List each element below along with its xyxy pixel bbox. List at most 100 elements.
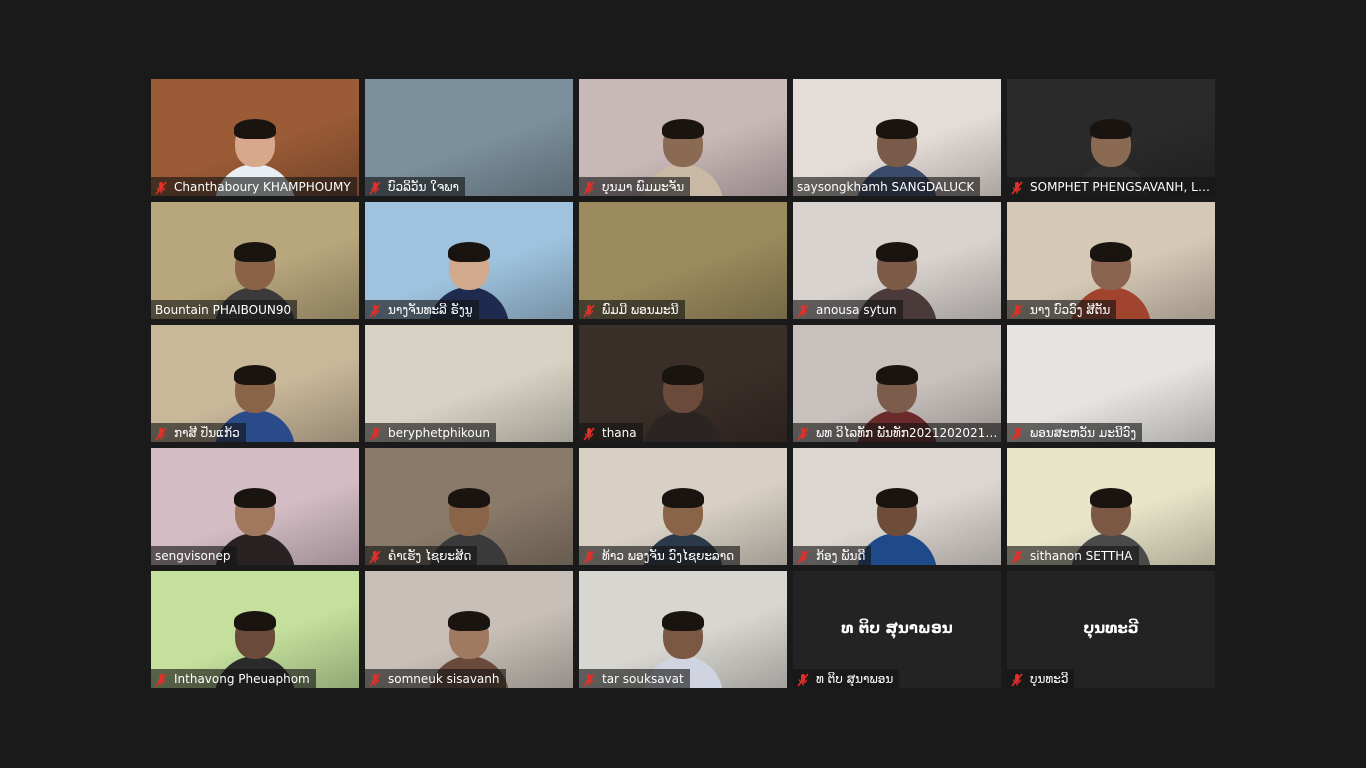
participant-name-tag: tar souksavat xyxy=(579,669,690,688)
participant-tile[interactable]: ທ້າວ ພອງຈັນ ວົງໄຊຍະລາດ xyxy=(579,448,787,565)
participant-name: ຄຳເຮັງ ໄຊຍະສິດ xyxy=(388,548,472,563)
participant-name: tar souksavat xyxy=(602,671,684,686)
participant-tile[interactable]: ພອນສະຫວັນ ມະນີວົງ xyxy=(1007,325,1215,442)
participant-tile[interactable]: sengvisonep xyxy=(151,448,359,565)
microphone-muted-icon xyxy=(154,426,168,441)
participant-tile[interactable]: saysongkhamh SANGDALUCK xyxy=(793,79,1001,196)
participant-tile[interactable]: ພົມມີ ພອນມະນີ xyxy=(579,202,787,319)
microphone-muted-icon xyxy=(796,672,810,687)
microphone-muted-icon xyxy=(368,426,382,441)
participant-display-name: ທ ຕິບ ສຸນາພອນ xyxy=(841,618,953,637)
participant-name-tag: somneuk sisavanh xyxy=(365,669,506,688)
microphone-muted-icon xyxy=(154,672,168,687)
participant-name-tag: thana xyxy=(579,423,643,442)
microphone-muted-icon xyxy=(368,303,382,318)
participant-name: ບົວລິວັນ ໃຈພາ xyxy=(388,179,459,194)
participant-name: somneuk sisavanh xyxy=(388,671,500,686)
participant-name: ນາງ ບົວວົງ ສີຕັນ xyxy=(1030,302,1111,317)
participant-name: ບຸນທະວີ xyxy=(1030,671,1069,686)
participant-name: ພົມມີ ພອນມະນີ xyxy=(602,302,679,317)
microphone-muted-icon xyxy=(582,303,596,318)
participant-name: ບຸນມາ ພົມມະຈັນ xyxy=(602,179,685,194)
microphone-muted-icon xyxy=(582,180,596,195)
participant-tile[interactable]: ບຸນທະວີ ບຸນທະວີ xyxy=(1007,571,1215,688)
participant-name: Inthavong Pheuaphom xyxy=(174,671,310,686)
participant-display-name: ບຸນທະວີ xyxy=(1083,618,1139,637)
participant-tile[interactable]: anousa sytun xyxy=(793,202,1001,319)
participant-name-tag: ບົວລິວັນ ໃຈພາ xyxy=(365,177,465,196)
participant-name: Chanthaboury KHAMPHOUMY xyxy=(174,179,351,194)
microphone-muted-icon xyxy=(582,672,596,687)
participant-name: Bountain PHAIBOUN90 xyxy=(155,302,292,317)
microphone-muted-icon xyxy=(1010,303,1024,318)
participant-tile[interactable]: ນາງ ບົວວົງ ສີຕັນ xyxy=(1007,202,1215,319)
gallery-view: Chanthaboury KHAMPHOUMY ບົວລິວັນ ໃຈພາ ບຸນມ… xyxy=(151,79,1215,688)
participant-name-tag: Chanthaboury KHAMPHOUMY xyxy=(151,177,357,196)
participant-tile[interactable]: ຄຳເຮັງ ໄຊຍະສິດ xyxy=(365,448,573,565)
participant-tile[interactable]: ນາງຈັນທະລີ ຣັງນູ xyxy=(365,202,573,319)
participant-name-tag: ພທ ວິໄລທັກ ພັນທັກ20212020212... xyxy=(793,423,1001,442)
participant-tile[interactable]: sithanon SETTHA xyxy=(1007,448,1215,565)
microphone-muted-icon xyxy=(154,180,168,195)
participant-name-tag: ບຸນທະວີ xyxy=(1007,669,1075,688)
participant-name-tag: ທ້າວ ພອງຈັນ ວົງໄຊຍະລາດ xyxy=(579,546,741,565)
participant-name-tag: Bountain PHAIBOUN90 xyxy=(151,300,298,319)
participant-name-tag: Inthavong Pheuaphom xyxy=(151,669,316,688)
microphone-muted-icon xyxy=(1010,180,1024,195)
participant-tile[interactable]: ບຸນມາ ພົມມະຈັນ xyxy=(579,79,787,196)
participant-name: SOMPHET PHENGSAVANH, LA... xyxy=(1030,179,1212,194)
participant-name-tag: ນາງຈັນທະລີ ຣັງນູ xyxy=(365,300,479,319)
participant-name-tag: ນາງ ບົວວົງ ສີຕັນ xyxy=(1007,300,1117,319)
participant-tile[interactable]: tar souksavat xyxy=(579,571,787,688)
microphone-muted-icon xyxy=(582,549,596,564)
participant-tile[interactable]: ກ້ອງ ພັນດີ xyxy=(793,448,1001,565)
microphone-muted-icon xyxy=(368,180,382,195)
participant-tile[interactable]: ກາສີ ປິ່ນແກ້ວ xyxy=(151,325,359,442)
participant-name-tag: anousa sytun xyxy=(793,300,903,319)
participant-name: ທ້າວ ພອງຈັນ ວົງໄຊຍະລາດ xyxy=(602,548,735,563)
participant-name-tag: ພົມມີ ພອນມະນີ xyxy=(579,300,685,319)
participant-name: sithanon SETTHA xyxy=(1030,548,1133,563)
participant-name-tag: ກ້ອງ ພັນດີ xyxy=(793,546,872,565)
participant-name: ກ້ອງ ພັນດີ xyxy=(816,548,866,563)
participant-name-tag: SOMPHET PHENGSAVANH, LA... xyxy=(1007,177,1215,196)
participant-tile[interactable]: Chanthaboury KHAMPHOUMY xyxy=(151,79,359,196)
microphone-muted-icon xyxy=(368,672,382,687)
participant-tile[interactable]: ບົວລິວັນ ໃຈພາ xyxy=(365,79,573,196)
microphone-muted-icon xyxy=(796,426,810,441)
participant-name: sengvisonep xyxy=(155,548,231,563)
participant-name-tag: ບຸນມາ ພົມມະຈັນ xyxy=(579,177,691,196)
participant-name-tag: saysongkhamh SANGDALUCK xyxy=(793,177,981,196)
participant-name: ພທ ວິໄລທັກ ພັນທັກ20212020212... xyxy=(816,425,998,440)
participant-name: anousa sytun xyxy=(816,302,897,317)
participant-tile[interactable]: ທ ຕິບ ສຸນາພອນທ ຕິບ ສຸນາພອນ xyxy=(793,571,1001,688)
participant-tile[interactable]: somneuk sisavanh xyxy=(365,571,573,688)
participant-name-tag: sithanon SETTHA xyxy=(1007,546,1139,565)
participant-tile[interactable]: beryphetphikoun xyxy=(365,325,573,442)
participant-name: saysongkhamh SANGDALUCK xyxy=(797,179,975,194)
participant-tile[interactable]: thana xyxy=(579,325,787,442)
microphone-muted-icon xyxy=(368,549,382,564)
participant-figure xyxy=(643,365,723,442)
microphone-muted-icon xyxy=(1010,426,1024,441)
microphone-muted-icon xyxy=(796,303,810,318)
participant-tile[interactable]: SOMPHET PHENGSAVANH, LA... xyxy=(1007,79,1215,196)
participant-name: ພອນສະຫວັນ ມະນີວົງ xyxy=(1030,425,1137,440)
participant-name-tag: ພອນສະຫວັນ ມະນີວົງ xyxy=(1007,423,1143,442)
participant-name: beryphetphikoun xyxy=(388,425,490,440)
participant-tile[interactable]: Bountain PHAIBOUN90 xyxy=(151,202,359,319)
participant-name: ກາສີ ປິ່ນແກ້ວ xyxy=(174,425,240,440)
participant-name-tag: sengvisonep xyxy=(151,546,237,565)
microphone-muted-icon xyxy=(796,549,810,564)
microphone-muted-icon xyxy=(582,426,596,441)
participant-name-tag: beryphetphikoun xyxy=(365,423,496,442)
participant-name-tag: ກາສີ ປິ່ນແກ້ວ xyxy=(151,423,246,442)
microphone-muted-icon xyxy=(1010,672,1024,687)
microphone-muted-icon xyxy=(1010,549,1024,564)
participant-tile[interactable]: ພທ ວິໄລທັກ ພັນທັກ20212020212... xyxy=(793,325,1001,442)
participant-name: thana xyxy=(602,425,637,440)
participant-name-tag: ທ ຕິບ ສຸນາພອນ xyxy=(793,669,900,688)
participant-name: ນາງຈັນທະລີ ຣັງນູ xyxy=(388,302,473,317)
participant-name: ທ ຕິບ ສຸນາພອນ xyxy=(816,671,894,686)
participant-tile[interactable]: Inthavong Pheuaphom xyxy=(151,571,359,688)
